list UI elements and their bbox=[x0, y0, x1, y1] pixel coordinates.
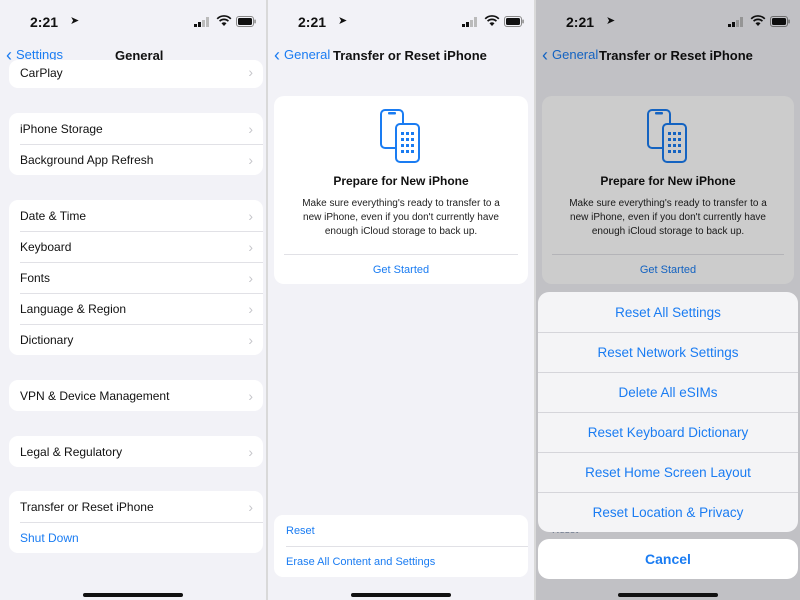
battery-icon bbox=[236, 16, 256, 27]
row-label: iPhone Storage bbox=[20, 121, 103, 136]
back-label: General bbox=[284, 47, 331, 62]
cancel-button[interactable]: Cancel bbox=[538, 539, 798, 579]
reset-network-settings-button[interactable]: Reset Network Settings bbox=[538, 332, 798, 372]
page-title: Transfer or Reset iPhone bbox=[333, 48, 487, 63]
home-indicator bbox=[351, 593, 451, 597]
chevron-right-icon: › bbox=[248, 498, 253, 515]
row-label: Date & Time bbox=[20, 208, 87, 223]
cellular-signal-icon bbox=[462, 17, 477, 27]
status-time: 2:21 bbox=[298, 14, 327, 30]
chevron-right-icon: › bbox=[248, 443, 253, 460]
status-bar: 2:21 ➤ bbox=[268, 0, 534, 44]
chevron-right-icon: › bbox=[248, 300, 253, 317]
status-time: 2:21 bbox=[30, 14, 59, 30]
settings-row-vpn-device-management[interactable]: VPN & Device Management › bbox=[9, 380, 263, 411]
settings-row-legal-regulatory[interactable]: Legal & Regulatory › bbox=[9, 436, 263, 467]
row-label: CarPlay bbox=[20, 66, 63, 80]
chevron-right-icon: › bbox=[248, 207, 253, 224]
storage-group: iPhone Storage › Background App Refresh › bbox=[9, 113, 263, 175]
settings-row-transfer-reset[interactable]: Transfer or Reset iPhone › bbox=[9, 491, 263, 522]
prepare-new-iphone-card: Prepare for New iPhone Make sure everyth… bbox=[274, 96, 528, 284]
reset-keyboard-dictionary-button[interactable]: Reset Keyboard Dictionary bbox=[538, 412, 798, 452]
wifi-icon bbox=[484, 15, 500, 26]
settings-row-dictionary[interactable]: Dictionary › bbox=[9, 324, 263, 355]
row-label: Language & Region bbox=[20, 301, 127, 316]
get-started-button[interactable]: Get Started bbox=[274, 264, 528, 276]
wifi-icon bbox=[216, 15, 232, 26]
divider bbox=[284, 254, 518, 255]
delete-all-esims-button[interactable]: Delete All eSIMs bbox=[538, 372, 798, 412]
reset-button[interactable]: Reset bbox=[274, 515, 528, 546]
row-label: Fonts bbox=[20, 270, 51, 285]
transfer-reset-screen: 2:21 ➤ ‹ General Transfer or Reset iPhon… bbox=[268, 0, 534, 600]
row-label: Background App Refresh bbox=[20, 152, 154, 167]
row-label: Dictionary bbox=[20, 332, 74, 347]
chevron-right-icon: › bbox=[248, 64, 253, 80]
chevron-left-icon: ‹ bbox=[274, 44, 280, 65]
status-bar: 2:21 ➤ bbox=[0, 0, 266, 44]
row-label: VPN & Device Management bbox=[20, 388, 170, 403]
row-label: Shut Down bbox=[20, 530, 79, 545]
nav-bar: ‹ General Transfer or Reset iPhone bbox=[268, 44, 534, 68]
reset-options-screen: 2:21 ➤ ‹ General Transfer or Reset iPhon… bbox=[536, 0, 800, 600]
transfer-phones-icon bbox=[380, 109, 420, 163]
card-description: Make sure everything's ready to transfer… bbox=[302, 198, 500, 237]
chevron-right-icon: › bbox=[248, 387, 253, 404]
back-button[interactable]: ‹ General bbox=[274, 44, 331, 65]
shut-down-button[interactable]: Shut Down bbox=[9, 522, 263, 553]
chevron-right-icon: › bbox=[248, 120, 253, 137]
transfer-group: Transfer or Reset iPhone › Shut Down bbox=[9, 491, 263, 553]
row-label: Transfer or Reset iPhone bbox=[20, 499, 154, 514]
battery-icon bbox=[504, 16, 524, 27]
general-settings-screen: 2:21 ➤ ‹ Settings General CarPlay › iPho… bbox=[0, 0, 266, 600]
chevron-right-icon: › bbox=[248, 269, 253, 286]
home-indicator bbox=[618, 593, 718, 597]
reset-home-screen-layout-button[interactable]: Reset Home Screen Layout bbox=[538, 452, 798, 492]
settings-row-date-time[interactable]: Date & Time › bbox=[9, 200, 263, 231]
settings-row-iphone-storage[interactable]: iPhone Storage › bbox=[9, 113, 263, 144]
card-title: Prepare for New iPhone bbox=[333, 174, 469, 188]
reset-all-settings-button[interactable]: Reset All Settings bbox=[538, 292, 798, 332]
settings-row-fonts[interactable]: Fonts › bbox=[9, 262, 263, 293]
settings-row-keyboard[interactable]: Keyboard › bbox=[9, 231, 263, 262]
reset-group: Reset Erase All Content and Settings bbox=[274, 515, 528, 577]
settings-row-carplay[interactable]: CarPlay › bbox=[9, 60, 263, 88]
locale-group: Date & Time › Keyboard › Fonts › Language &… bbox=[9, 200, 263, 355]
vpn-group: VPN & Device Management › bbox=[9, 380, 263, 411]
location-arrow-icon: ➤ bbox=[70, 15, 80, 27]
chevron-right-icon: › bbox=[248, 331, 253, 348]
home-indicator bbox=[83, 593, 183, 597]
erase-all-button[interactable]: Erase All Content and Settings bbox=[274, 546, 528, 577]
settings-row-language-region[interactable]: Language & Region › bbox=[9, 293, 263, 324]
carplay-group: CarPlay › bbox=[9, 60, 263, 88]
cellular-signal-icon bbox=[194, 17, 209, 27]
reset-action-sheet: Reset All Settings Reset Network Setting… bbox=[538, 292, 798, 532]
settings-row-background-app-refresh[interactable]: Background App Refresh › bbox=[9, 144, 263, 175]
chevron-right-icon: › bbox=[248, 151, 253, 168]
location-arrow-icon: ➤ bbox=[338, 15, 348, 27]
chevron-left-icon: ‹ bbox=[6, 44, 12, 65]
legal-group: Legal & Regulatory › bbox=[9, 436, 263, 467]
row-label: Legal & Regulatory bbox=[20, 444, 123, 459]
row-label: Keyboard bbox=[20, 239, 72, 254]
chevron-right-icon: › bbox=[248, 238, 253, 255]
reset-location-privacy-button[interactable]: Reset Location & Privacy bbox=[538, 492, 798, 532]
